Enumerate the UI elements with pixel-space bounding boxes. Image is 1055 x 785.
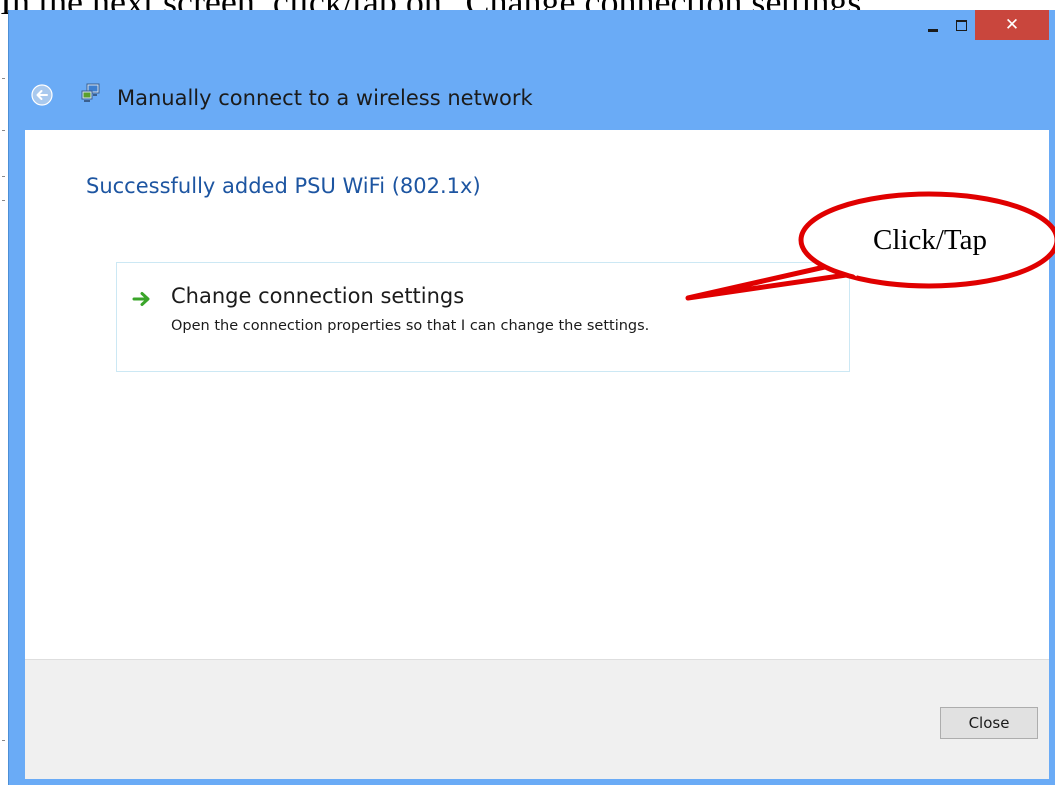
- maximize-icon: [955, 19, 967, 31]
- dialog-window: ✕ Manually connect to a wireless network…: [8, 10, 1055, 785]
- callout-text: Click/Tap: [873, 224, 987, 256]
- green-arrow-icon: [132, 292, 150, 306]
- document-margin: [0, 40, 8, 785]
- close-button[interactable]: Close: [940, 707, 1038, 739]
- minimize-button[interactable]: [919, 10, 947, 40]
- minimize-icon: [928, 28, 938, 32]
- change-connection-settings-option[interactable]: Change connection settings Open the conn…: [116, 262, 850, 372]
- margin-mark: [2, 130, 5, 131]
- option-description: Open the connection properties so that I…: [171, 318, 650, 334]
- margin-mark: [2, 78, 5, 79]
- content-area: Successfully added PSU WiFi (802.1x) Cha…: [25, 130, 1049, 660]
- margin-mark: [2, 176, 5, 177]
- title-bar: ✕: [9, 10, 1055, 78]
- close-window-button[interactable]: ✕: [975, 10, 1049, 40]
- back-arrow-icon[interactable]: [31, 84, 53, 106]
- margin-mark: [2, 200, 5, 201]
- window-title: Manually connect to a wireless network: [117, 86, 533, 110]
- footer-bar: Close: [25, 660, 1049, 779]
- margin-mark: [2, 740, 5, 741]
- network-connection-icon: [81, 83, 100, 102]
- option-title: Change connection settings: [171, 284, 465, 308]
- maximize-button[interactable]: [947, 10, 975, 40]
- success-message: Successfully added PSU WiFi (802.1x): [86, 174, 481, 198]
- close-icon: ✕: [1004, 15, 1020, 35]
